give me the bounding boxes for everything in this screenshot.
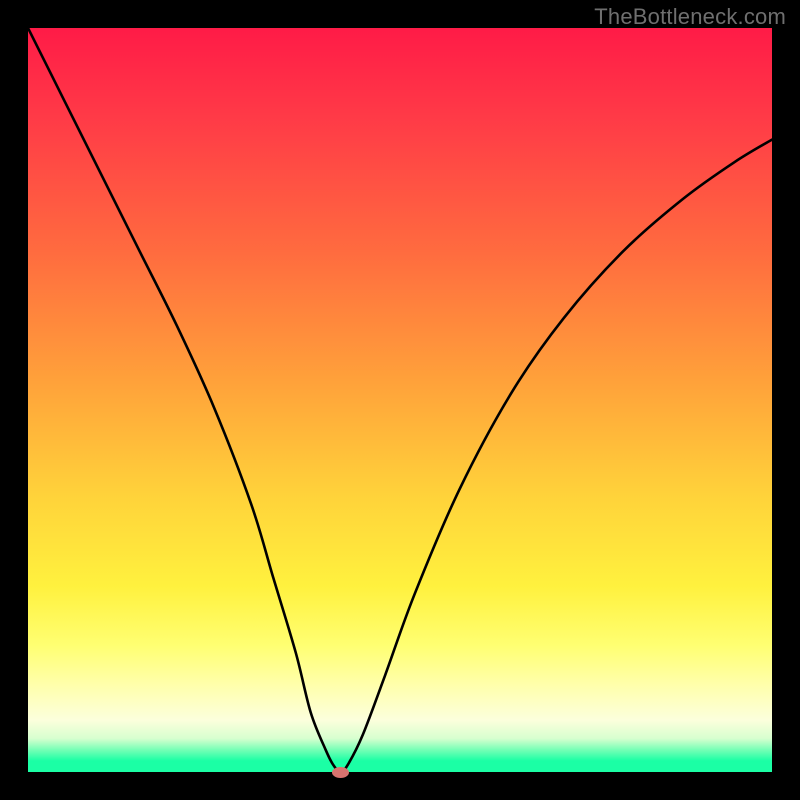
bottleneck-curve [28,28,772,772]
plot-area [28,28,772,772]
watermark-text: TheBottleneck.com [594,4,786,30]
curve-path [28,28,772,772]
chart-frame: TheBottleneck.com [0,0,800,800]
minimum-marker [332,767,349,778]
